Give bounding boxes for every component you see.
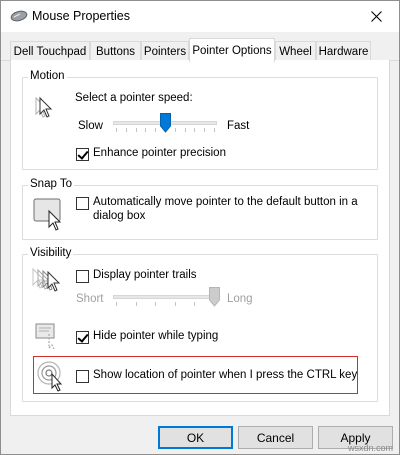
slider-tick [174, 302, 176, 306]
slider-tick [135, 302, 137, 306]
slider-tick [214, 128, 215, 132]
pointer-trails-icon [32, 267, 61, 292]
tab-pointer-options[interactable]: Pointer Options [189, 38, 275, 62]
mouse-properties-window: Mouse Properties Dell Touchpad Buttons P… [0, 0, 400, 455]
trail-length-slider[interactable] [209, 287, 220, 307]
slider-tick [194, 128, 196, 132]
title-bar: Mouse Properties [1, 1, 399, 32]
window-title: Mouse Properties [32, 9, 130, 23]
slider-tick [155, 302, 157, 306]
snap-to-label-line2: dialog box [93, 210, 146, 222]
slider-tick [194, 302, 196, 306]
snap-to-group: Snap To [22, 178, 378, 240]
pointer-location-icon [37, 361, 63, 392]
tab-buttons[interactable]: Buttons [90, 41, 141, 61]
snap-to-group-label: Snap To [28, 178, 74, 190]
close-icon [371, 11, 382, 22]
tab-dell-touchpad[interactable]: Dell Touchpad [10, 41, 90, 61]
fast-label: Fast [227, 120, 250, 132]
pointer-speed-label: Select a pointer speed: [75, 92, 193, 104]
hide-pointer-checkbox[interactable] [76, 331, 89, 344]
slider-tick [125, 128, 127, 132]
pointer-options-panel: Motion Select a pointer speed: Slow Fast… [10, 60, 390, 416]
hide-pointer-label: Hide pointer while typing [93, 330, 219, 342]
slider-tick [145, 128, 147, 132]
slider-tick [184, 128, 186, 132]
enhance-precision-label: Enhance pointer precision [93, 147, 226, 159]
motion-group-label: Motion [28, 70, 67, 82]
snap-to-icon [33, 198, 62, 231]
pointer-speed-slider[interactable] [160, 113, 171, 133]
watermark: wsxdn.com [347, 443, 393, 453]
show-location-checkbox[interactable] [76, 370, 89, 383]
visibility-group-label: Visibility [28, 247, 74, 259]
ok-button[interactable]: OK [158, 426, 233, 449]
slider-tick [174, 128, 176, 132]
snap-to-checkbox[interactable] [76, 197, 89, 210]
slider-tick [204, 128, 206, 132]
long-label: Long [227, 293, 253, 305]
short-label: Short [76, 293, 104, 305]
tab-hardware[interactable]: Hardware [316, 41, 371, 61]
trail-length-track [113, 295, 217, 299]
snap-to-label-line1: Automatically move pointer to the defaul… [93, 196, 358, 208]
close-button[interactable] [354, 1, 399, 32]
slider-tick [116, 128, 117, 132]
show-location-label: Show location of pointer when I press th… [93, 369, 358, 381]
cancel-button[interactable]: Cancel [238, 426, 313, 449]
pointer-trails-label: Display pointer trails [93, 269, 197, 281]
enhance-precision-checkbox[interactable] [76, 148, 89, 161]
slider-tick [116, 302, 117, 306]
pointer-trails-checkbox[interactable] [76, 270, 89, 283]
tab-wheel[interactable]: Wheel [275, 41, 316, 61]
tab-strip: Dell Touchpad Buttons Pointers Pointer O… [1, 32, 399, 62]
slider-tick [155, 128, 157, 132]
pointer-speed-icon [35, 96, 53, 118]
mouse-icon [10, 10, 28, 22]
hide-pointer-icon [35, 323, 55, 350]
tab-pointers[interactable]: Pointers [141, 41, 189, 61]
slow-label: Slow [78, 120, 103, 132]
slider-tick [135, 128, 137, 132]
